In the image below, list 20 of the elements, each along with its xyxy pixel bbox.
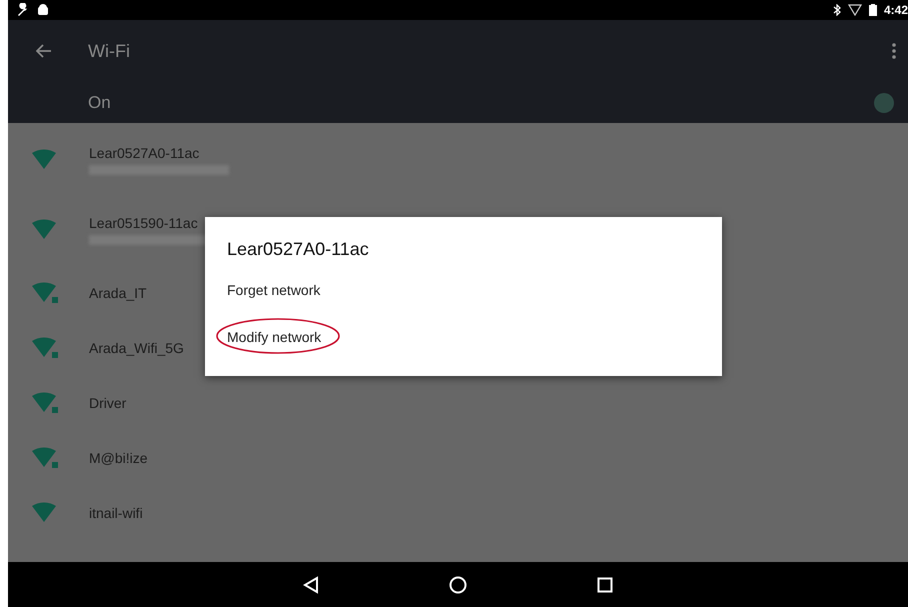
back-icon[interactable] [303,576,319,594]
network-name[interactable]: Arada_IT [89,284,147,300]
bluetooth-icon [832,4,841,16]
status-time: 4:42 [884,3,908,17]
network-name[interactable]: Driver [89,394,126,410]
home-icon[interactable] [449,576,467,594]
dialog-option[interactable]: Forget network [227,282,320,298]
wifi-toggle[interactable] [874,92,894,112]
wifi-signal-icon [848,4,862,16]
more-options-icon[interactable] [892,43,896,59]
network-name[interactable]: Arada_Wifi_5G [89,340,184,356]
network-name[interactable]: M@bi!ize [89,450,148,466]
recents-icon[interactable] [597,576,613,592]
network-name[interactable]: Lear0527A0-11ac [89,145,229,161]
switch-label: On [88,92,112,112]
toolbar-title: Wi-Fi [88,40,131,62]
network-name[interactable]: itnail-wifi [89,504,143,520]
battery-icon [868,4,877,16]
back-arrow-icon[interactable] [36,44,52,58]
dialog-title: Lear0527A0-11ac [227,239,370,260]
